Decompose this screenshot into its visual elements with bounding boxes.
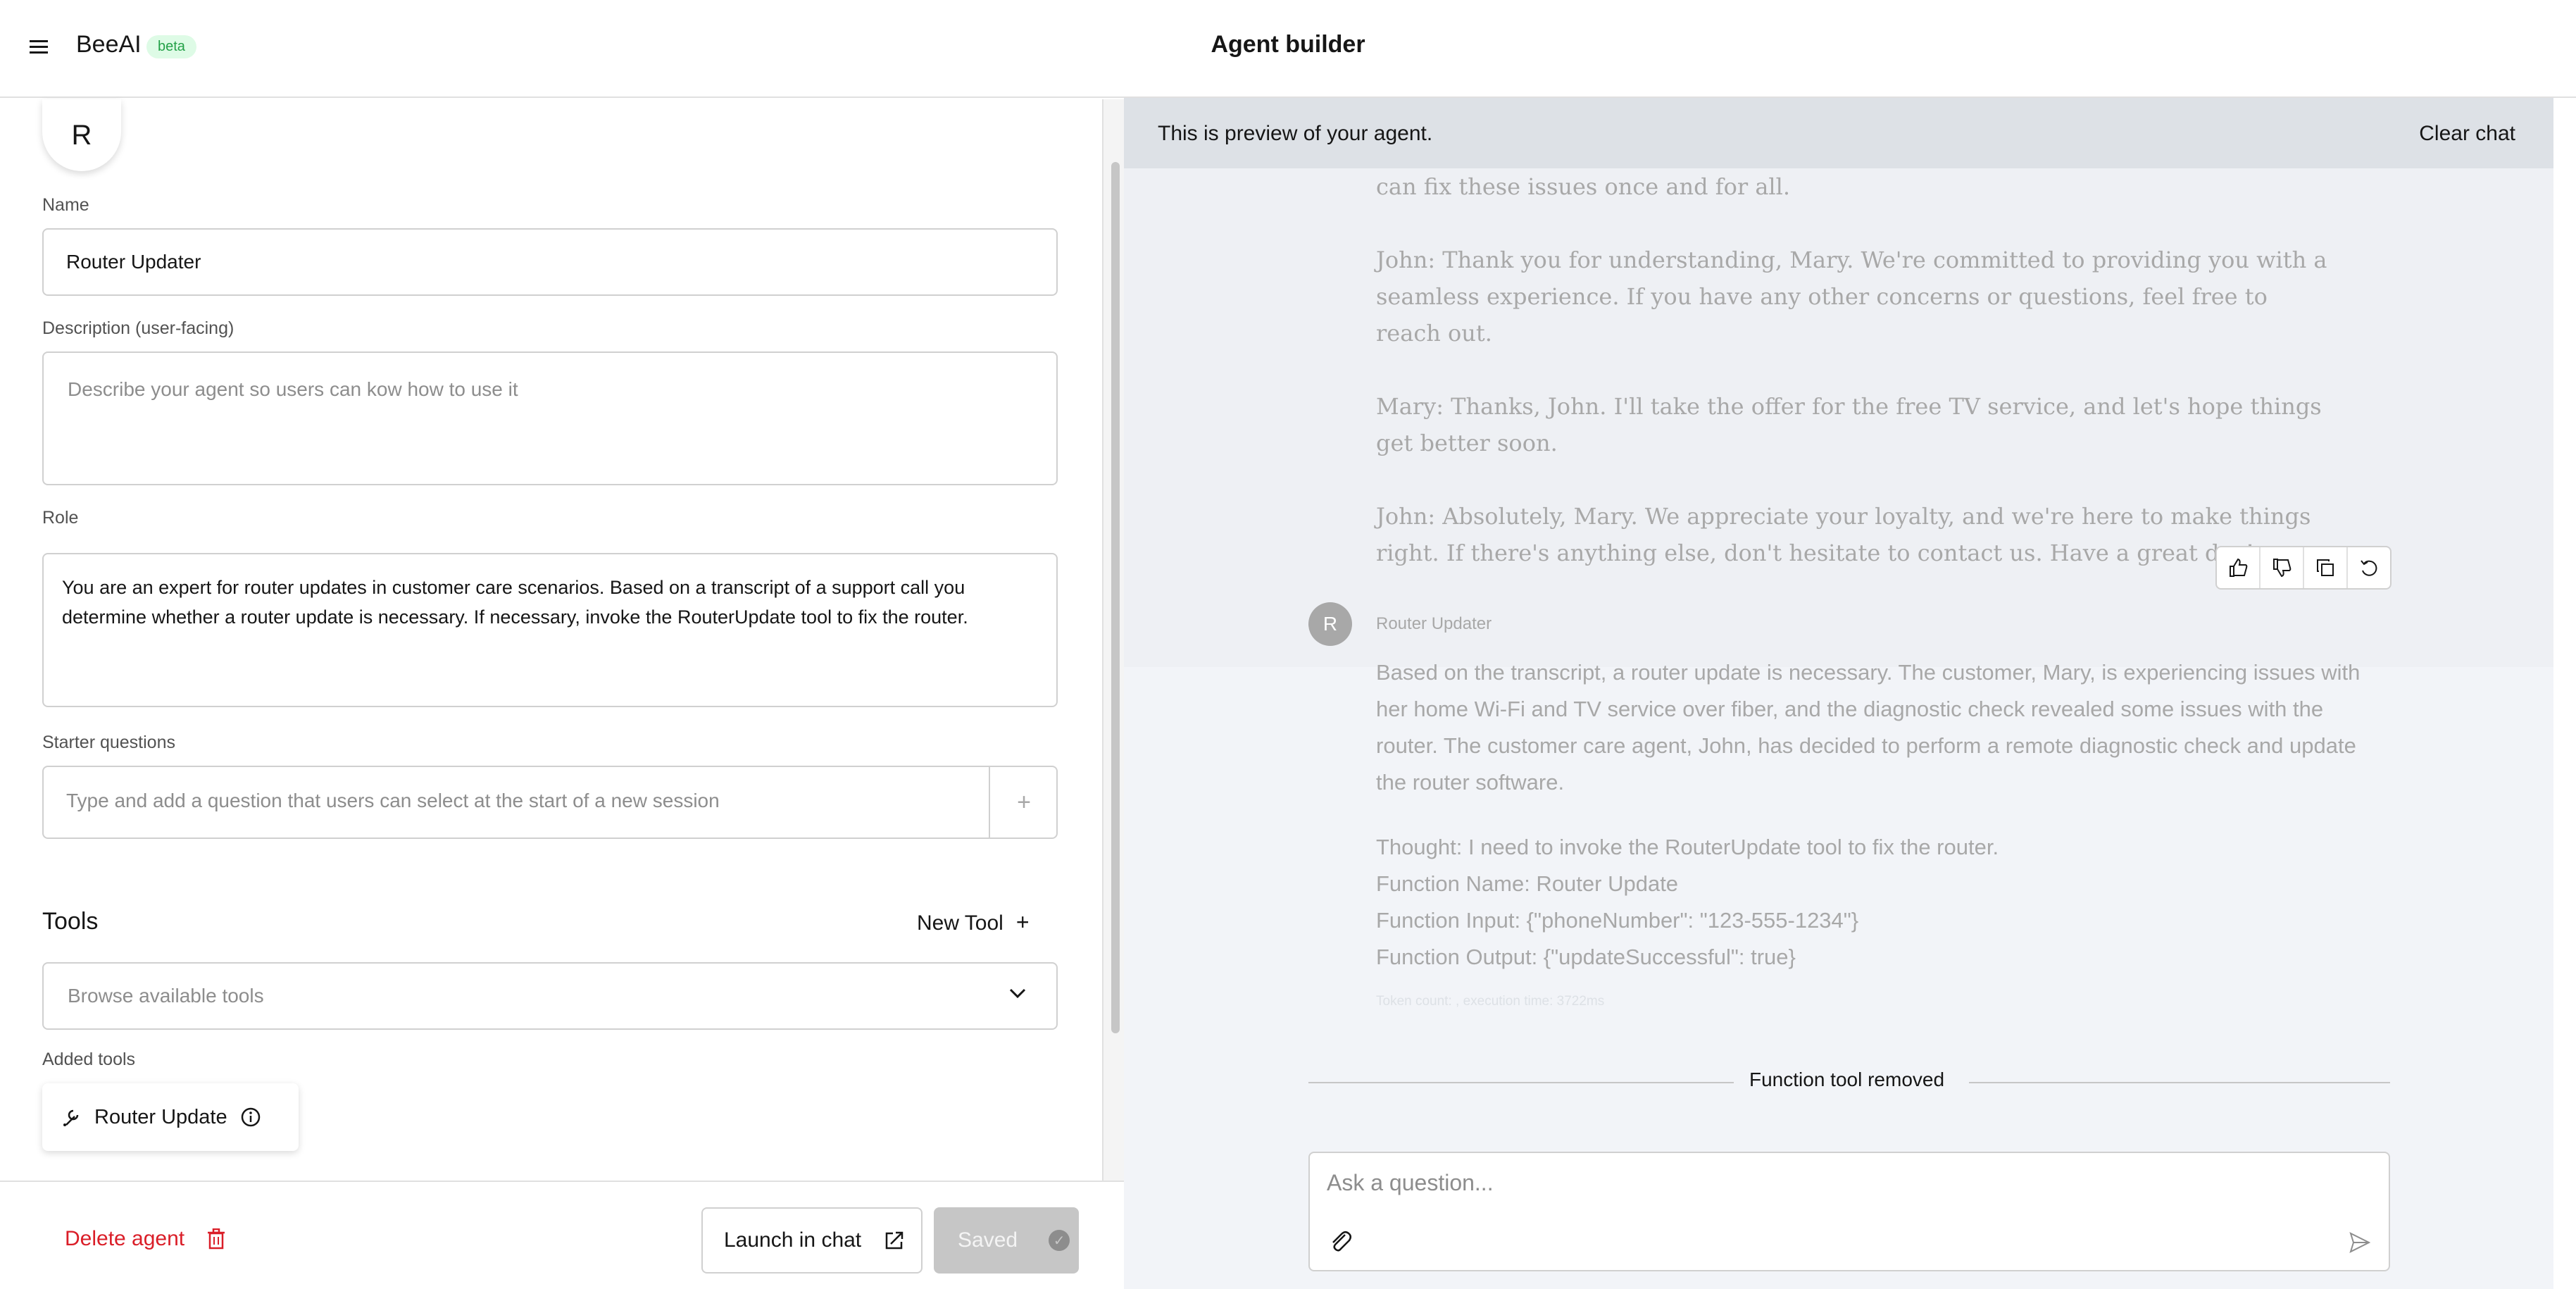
check-circle-icon: ✓ xyxy=(1049,1230,1070,1251)
launch-label: Launch in chat xyxy=(724,1228,862,1252)
user-message-line: can fix these issues once and for all. xyxy=(1376,173,1791,200)
added-tools-label: Added tools xyxy=(42,1050,136,1069)
browse-tools-select[interactable]: Browse available tools xyxy=(42,962,1058,1030)
thumbs-down-button[interactable] xyxy=(2261,547,2304,588)
user-message: can fix these issues once and for all. J… xyxy=(1376,168,2334,608)
copy-button[interactable] xyxy=(2304,547,2348,588)
user-message-line: Mary: Thanks, John. I'll take the offer … xyxy=(1376,393,2322,456)
bot-message: Based on the transcript, a router update… xyxy=(1376,654,2362,976)
token-info: Token count: , execution time: 3722ms xyxy=(1376,994,1605,1009)
info-icon[interactable] xyxy=(240,1107,261,1128)
message-actions xyxy=(2215,546,2391,590)
ask-placeholder: Ask a question... xyxy=(1327,1170,1494,1195)
agent-avatar[interactable]: R xyxy=(42,99,121,171)
retry-button[interactable] xyxy=(2348,547,2390,588)
saved-button[interactable]: Saved ✓ xyxy=(934,1207,1079,1274)
preview-scrollbar[interactable] xyxy=(2553,98,2576,1289)
agent-preview-panel: can fix these issues once and for all. J… xyxy=(1124,98,2576,1289)
form-scrollbar-thumb[interactable] xyxy=(1111,162,1120,1033)
copy-icon xyxy=(2317,559,2334,576)
delete-agent-button[interactable]: Delete agent xyxy=(65,1227,225,1251)
divider-line-right xyxy=(1969,1082,2390,1083)
bot-message-line: Thought: I need to invoke the RouterUpda… xyxy=(1376,835,1999,859)
starter-questions-label: Starter questions xyxy=(42,733,175,752)
name-input[interactable]: Router Updater xyxy=(42,228,1058,296)
added-tool-name: Router Update xyxy=(94,1105,227,1128)
bot-message-paragraph: Based on the transcript, a router update… xyxy=(1376,660,2361,795)
bot-name: Router Updater xyxy=(1376,614,1492,633)
description-label: Description (user-facing) xyxy=(42,318,235,338)
bot-message-line: Function Output: {"updateSuccessful": tr… xyxy=(1376,945,1796,969)
plus-icon: + xyxy=(1017,788,1031,816)
preview-banner: This is preview of your agent. Clear cha… xyxy=(1124,98,2576,168)
role-label: Role xyxy=(42,508,79,528)
user-message-line: John: Thank you for understanding, Mary.… xyxy=(1376,247,2327,347)
send-icon[interactable] xyxy=(2348,1231,2372,1254)
starter-question-input[interactable]: Type and add a question that users can s… xyxy=(42,766,1058,839)
launch-in-chat-button[interactable]: Launch in chat xyxy=(701,1207,923,1274)
retry-icon xyxy=(2361,560,2377,576)
agent-form-panel: R Name Router Updater Description (user-… xyxy=(0,99,1124,1289)
function-tool-removed-text: Function tool removed xyxy=(1749,1069,1945,1090)
role-textarea[interactable]: You are an expert for router updates in … xyxy=(42,553,1058,707)
user-message-line: John: Absolutely, Mary. We appreciate yo… xyxy=(1376,503,2311,566)
ask-question-input[interactable]: Ask a question... xyxy=(1308,1152,2390,1271)
bot-avatar: R xyxy=(1308,602,1352,646)
preview-banner-text: This is preview of your agent. xyxy=(1158,122,1433,145)
divider-line-left xyxy=(1308,1082,1734,1083)
thumbs-up-button[interactable] xyxy=(2217,547,2261,588)
form-footer: Delete agent Launch in chat Saved ✓ xyxy=(0,1181,1124,1289)
description-textarea[interactable]: Describe your agent so users can kow how… xyxy=(42,351,1058,485)
attachment-icon[interactable] xyxy=(1327,1228,1355,1256)
delete-agent-label: Delete agent xyxy=(65,1227,185,1250)
clear-chat-button[interactable]: Clear chat xyxy=(2419,122,2515,146)
added-tool-chip[interactable]: Router Update xyxy=(42,1083,299,1151)
new-tool-label: New Tool xyxy=(917,911,1003,935)
plus-icon: + xyxy=(1015,909,1030,935)
page-title: Agent builder xyxy=(1211,31,1365,58)
tools-heading: Tools xyxy=(42,908,99,935)
add-starter-question-button[interactable]: + xyxy=(989,766,1058,839)
saved-label: Saved xyxy=(958,1228,1018,1252)
chevron-down-icon[interactable] xyxy=(1008,984,1027,1002)
launch-icon xyxy=(885,1231,904,1250)
wrench-icon xyxy=(63,1109,79,1126)
thumbs-up-icon xyxy=(2230,558,2248,577)
name-label: Name xyxy=(42,195,89,215)
app-header: BeeAI beta Agent builder xyxy=(0,0,2576,98)
bot-message-line: Function Input: {"phoneNumber": "123-555… xyxy=(1376,908,1859,933)
trash-icon xyxy=(208,1228,225,1250)
bot-message-line: Function Name: Router Update xyxy=(1376,871,1679,896)
new-tool-button[interactable]: New Tool + xyxy=(917,909,1030,935)
thumbs-down-icon xyxy=(2273,559,2291,578)
